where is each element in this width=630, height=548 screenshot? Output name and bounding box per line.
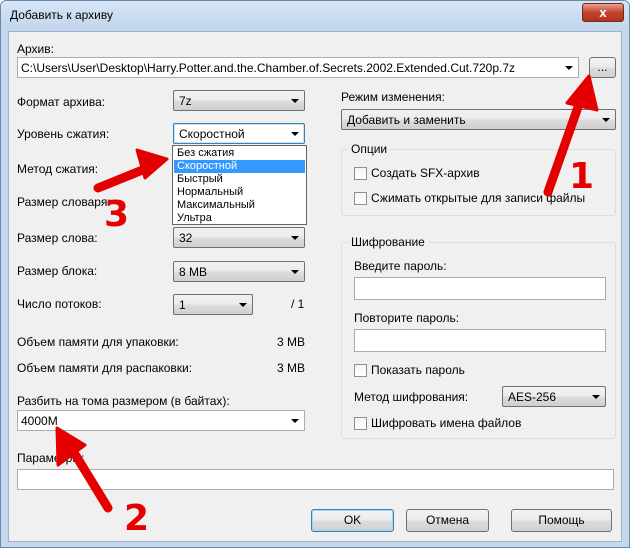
level-label: Уровень сжатия: [17, 127, 110, 141]
method-label: Метод сжатия: [17, 162, 99, 176]
block-size-value: 8 MB [179, 265, 208, 279]
sfx-checkbox[interactable] [354, 167, 367, 180]
chevron-down-icon[interactable] [565, 66, 573, 70]
update-mode-combo[interactable]: Добавить и заменить [341, 109, 616, 130]
parameters-label: Параметры: [17, 451, 85, 465]
encryption-title: Шифрование [348, 235, 428, 249]
dialog-body: Архив: C:\Users\User\Desktop\Harry.Potte… [8, 31, 622, 542]
encryption-group: Шифрование Введите пароль: Повторите пар… [341, 235, 616, 439]
archive-path-combo[interactable]: C:\Users\User\Desktop\Harry.Potter.and.t… [17, 57, 579, 78]
annotation-number-1: 1 [569, 156, 595, 197]
encryption-method-combo[interactable]: AES-256 [502, 386, 606, 407]
repeat-password-label: Повторите пароль: [354, 311, 460, 325]
split-volumes-combo[interactable]: 4000M [17, 410, 305, 431]
dictionary-label: Размер словаря: [17, 195, 111, 209]
level-option-selected[interactable]: Скоростной [174, 160, 305, 173]
show-password-label[interactable]: Показать пароль [371, 363, 465, 377]
chevron-down-icon [291, 236, 299, 240]
compression-level-combo[interactable]: Скоростной [173, 123, 305, 144]
format-combo[interactable]: 7z [173, 90, 305, 111]
show-password-checkbox[interactable] [354, 364, 367, 377]
chevron-down-icon [291, 99, 299, 103]
encrypt-names-checkbox[interactable] [354, 417, 367, 430]
mem-pack-label: Объем памяти для упаковки: [17, 335, 179, 349]
compress-shared-label[interactable]: Сжимать открытые для записи файлы [371, 191, 585, 205]
chevron-down-icon [592, 395, 600, 399]
chevron-down-icon [239, 303, 247, 307]
update-mode-value: Добавить и заменить [347, 113, 466, 127]
encryption-method-label: Метод шифрования: [354, 390, 469, 404]
mem-unpack-value: 3 MB [277, 361, 306, 375]
title-bar[interactable]: Добавить к архиву x [1, 1, 629, 31]
chevron-down-icon[interactable] [291, 419, 299, 423]
archive-label: Архив: [17, 42, 54, 56]
format-label: Формат архива: [17, 95, 106, 109]
password-input[interactable] [354, 277, 606, 300]
parameters-input[interactable] [17, 469, 614, 490]
sfx-label[interactable]: Создать SFX-архив [371, 166, 480, 180]
window-title: Добавить к архиву [10, 8, 113, 22]
block-size-label: Размер блока: [17, 264, 98, 278]
split-volumes-label: Разбить на тома размером (в байтах): [17, 394, 230, 408]
threads-total: / 1 [291, 297, 305, 311]
chevron-down-icon [291, 132, 299, 136]
update-mode-label: Режим изменения: [341, 90, 445, 104]
help-button[interactable]: Помощь [511, 509, 612, 532]
annotation-number-2: 2 [124, 498, 150, 539]
chevron-down-icon [602, 118, 610, 122]
level-option[interactable]: Нормальный [174, 186, 305, 199]
browse-button[interactable]: ... [589, 57, 616, 78]
chevron-down-icon [291, 270, 299, 274]
word-size-value: 32 [179, 231, 193, 245]
repeat-password-input[interactable] [354, 329, 606, 352]
block-size-combo[interactable]: 8 MB [173, 261, 305, 282]
ok-button[interactable]: OK [311, 509, 394, 532]
mem-unpack-label: Объем памяти для распаковки: [17, 361, 193, 375]
encrypt-names-label[interactable]: Шифровать имена файлов [371, 416, 521, 430]
mem-pack-value: 3 MB [277, 335, 306, 349]
threads-value: 1 [179, 298, 186, 312]
compress-shared-checkbox[interactable] [354, 192, 367, 205]
level-option[interactable]: Без сжатия [174, 147, 305, 160]
level-option[interactable]: Ультра [174, 212, 305, 225]
encryption-method-value: AES-256 [508, 390, 557, 404]
annotation-number-3: 3 [104, 194, 130, 235]
threads-combo[interactable]: 1 [173, 294, 253, 315]
cancel-button[interactable]: Отмена [406, 509, 489, 532]
word-size-label: Размер слова: [17, 231, 98, 245]
level-option[interactable]: Максимальный [174, 199, 305, 212]
level-option[interactable]: Быстрый [174, 173, 305, 186]
enter-password-label: Введите пароль: [354, 259, 447, 273]
close-button[interactable]: x [582, 3, 624, 22]
level-value: Скоростной [179, 127, 245, 141]
options-title: Опции [348, 142, 391, 156]
split-volumes-value: 4000M [21, 414, 58, 428]
word-size-combo[interactable]: 32 [173, 227, 305, 248]
threads-label: Число потоков: [17, 297, 102, 311]
format-value: 7z [179, 94, 192, 108]
archive-path-value: C:\Users\User\Desktop\Harry.Potter.and.t… [21, 61, 516, 75]
add-to-archive-dialog: Добавить к архиву x Архив: C:\Users\User… [0, 0, 630, 548]
compression-level-dropdown[interactable]: Без сжатия Скоростной Быстрый Нормальный… [172, 145, 307, 225]
